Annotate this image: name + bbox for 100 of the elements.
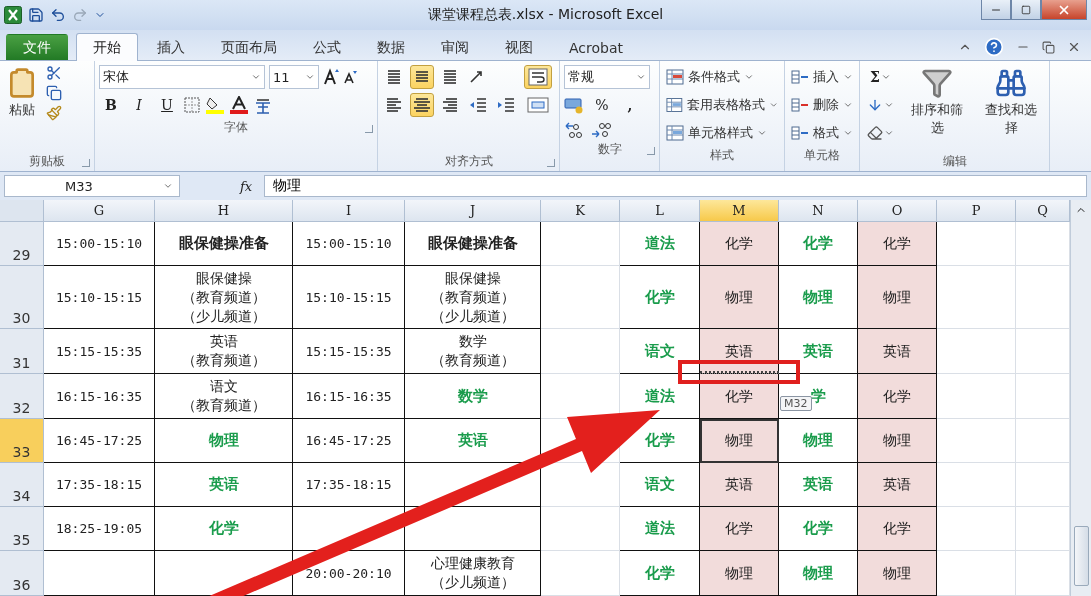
column-header[interactable]: O (858, 200, 937, 222)
row-header[interactable]: 33 (0, 419, 44, 463)
column-header[interactable]: I (293, 200, 405, 222)
ribbon-tab[interactable]: 审阅 (424, 34, 486, 60)
shrink-font-icon[interactable] (343, 69, 357, 85)
ribbon-tab[interactable]: 页面布局 (204, 34, 294, 60)
underline-button[interactable]: U (155, 93, 179, 117)
dropdown-caret-icon (744, 72, 754, 82)
row-header[interactable]: 31 (0, 329, 44, 374)
grow-font-icon[interactable] (323, 68, 339, 86)
cell-rows-icon (791, 97, 809, 113)
number-format-select[interactable]: 常规 (564, 65, 650, 89)
paste-button[interactable]: 粘贴 (4, 65, 40, 151)
table-cell: 化学 (700, 374, 779, 419)
row-header[interactable]: 29 (0, 222, 44, 266)
comma-button[interactable]: , (618, 93, 642, 117)
file-tab[interactable]: 文件 (6, 34, 68, 60)
row-header[interactable]: 30 (0, 266, 44, 329)
column-header[interactable]: G (44, 200, 155, 222)
column-header[interactable]: M (700, 200, 779, 222)
table-cell: 15:00-15:10 (44, 222, 155, 266)
dropdown-caret-icon (880, 72, 891, 82)
save-icon[interactable] (28, 7, 44, 23)
row-header[interactable]: 34 (0, 463, 44, 507)
row-header[interactable]: 36 (0, 551, 44, 596)
find-select-button[interactable]: 查找和选择 (977, 65, 1045, 151)
table-cell: 物理 (858, 419, 937, 463)
formula-input[interactable]: 物理 (264, 175, 1087, 197)
name-box[interactable]: M33 (4, 175, 180, 197)
cells-menu-button[interactable]: 格式 (789, 121, 855, 145)
table-cell: 物理 (779, 419, 858, 463)
table-style-icon (666, 69, 684, 85)
cells-menu-button[interactable]: 删除 (789, 93, 855, 117)
table-cell: 15:10-15:15 (44, 266, 155, 329)
close-button[interactable] (1041, 0, 1087, 20)
workbook-restore-icon[interactable] (1042, 40, 1055, 54)
maximize-button[interactable] (1011, 0, 1041, 20)
workbook-close-icon[interactable] (1067, 40, 1081, 54)
undo-icon[interactable] (50, 7, 66, 23)
dropdown-caret-icon (884, 128, 894, 138)
align-button[interactable] (410, 93, 434, 117)
middle-align-icon (414, 69, 430, 85)
cell-text-line: 心理健康教育 (430, 554, 515, 573)
column-header[interactable]: N (779, 200, 858, 222)
cell-text-line: 英语 (208, 332, 239, 351)
bottom-align-icon (442, 69, 458, 85)
column-header[interactable]: J (405, 200, 541, 222)
cell-text-line: （少儿频道） (430, 573, 515, 592)
column-header[interactable]: P (937, 200, 1016, 222)
cell-text-line: 数学 (457, 332, 488, 351)
binoculars-icon (995, 67, 1027, 99)
table-cell: 化学 (779, 222, 858, 266)
cell-text-line: （少儿频道） (181, 306, 266, 326)
table-cell: 化学 (155, 507, 293, 551)
bold-button[interactable]: B (99, 93, 123, 117)
phonetic-guide-icon[interactable] (253, 96, 273, 114)
column-header[interactable]: Q (1016, 200, 1070, 222)
dropdown-caret-icon (768, 100, 778, 110)
column-header[interactable]: H (155, 200, 293, 222)
copy-icon[interactable] (46, 85, 62, 101)
italic-button[interactable]: I (127, 93, 151, 117)
format-painter-icon[interactable] (46, 105, 62, 121)
ribbon-tab[interactable]: 开始 (76, 33, 138, 61)
insert-function-label[interactable]: fx (184, 178, 261, 194)
align-button[interactable] (410, 65, 434, 89)
fill-color-icon[interactable] (205, 96, 225, 114)
sort-filter-button[interactable]: 排序和筛选 (903, 65, 971, 151)
spreadsheet-app-icon[interactable] (4, 6, 22, 24)
cut-icon[interactable] (46, 65, 62, 81)
filter-icon (921, 67, 953, 99)
align-button[interactable] (524, 65, 552, 89)
row-header[interactable]: 32 (0, 374, 44, 419)
ribbon-tab[interactable]: 数据 (360, 34, 422, 60)
column-header[interactable]: K (541, 200, 620, 222)
row-header[interactable]: 35 (0, 507, 44, 551)
font-color-icon[interactable] (229, 96, 249, 114)
decrease-decimal-icon[interactable] (590, 121, 612, 139)
table-cell: 语文 (620, 329, 700, 374)
ribbon-tab[interactable]: 视图 (488, 34, 550, 60)
ribbon-tab[interactable]: 插入 (140, 34, 202, 60)
column-header[interactable]: L (620, 200, 700, 222)
styles-menu-button[interactable]: 条件格式 (664, 65, 780, 89)
table-cell: 16:15-16:35 (293, 374, 405, 419)
table-cell: 物理 (155, 419, 293, 463)
percent-button[interactable]: % (590, 93, 614, 117)
font-size-select[interactable]: 11 (269, 65, 319, 89)
dropdown-caret-icon (757, 128, 767, 138)
autosum-button[interactable]: Σ (864, 65, 897, 89)
minimize-button[interactable] (981, 0, 1011, 20)
styles-menu-button[interactable]: 套用表格格式 (664, 93, 780, 117)
group-label: 样式 (710, 146, 734, 164)
scrollbar-thumb[interactable] (1073, 526, 1089, 586)
font-name-select[interactable]: 宋体 (99, 65, 265, 89)
cells-menu-button[interactable]: 插入 (789, 65, 855, 89)
group-label: 编辑 (942, 152, 967, 170)
ribbon-tab[interactable]: 公式 (296, 34, 358, 60)
help-icon[interactable] (984, 37, 1004, 57)
styles-menu-button[interactable]: 单元格样式 (664, 121, 780, 145)
ribbon-tab[interactable]: Acrobat (552, 34, 640, 60)
outdent-icon (469, 97, 487, 113)
